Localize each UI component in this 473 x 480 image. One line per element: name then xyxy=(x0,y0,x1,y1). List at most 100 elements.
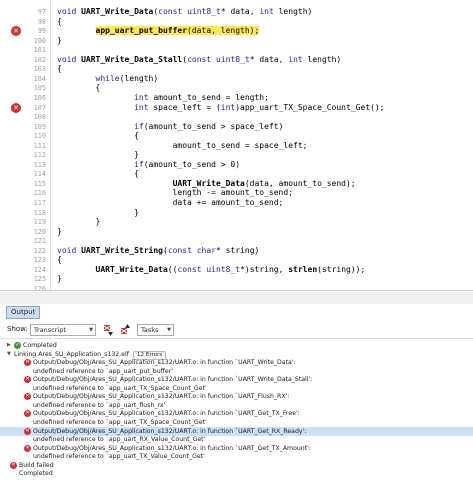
code-line[interactable]: 102 void UART_Write_Data_Stall(const uint… xyxy=(0,55,473,65)
code-text[interactable]: { xyxy=(57,17,62,27)
line-number: 110 xyxy=(33,132,46,141)
code-line[interactable]: 99 app_uart_put_buffer(data, length); ✕ xyxy=(0,26,473,37)
code-text[interactable]: } xyxy=(57,217,101,227)
code-line[interactable]: 110 { xyxy=(0,131,473,141)
error-icon: ✕ xyxy=(24,393,31,401)
code-line[interactable]: 98 { xyxy=(0,17,473,27)
output-row[interactable]: Completed xyxy=(0,469,473,478)
output-panel: Output Show: Transcript ▼ Tasks ▼ ▶ ✓ Comp… xyxy=(0,304,473,480)
code-line[interactable]: 125} xyxy=(0,274,473,284)
code-text[interactable]: while(length) xyxy=(57,74,159,84)
error-marker-icon[interactable]: ✕ xyxy=(11,26,21,37)
code-line[interactable]: 122 void UART_Write_String(const char* st… xyxy=(0,246,473,256)
line-number: 107 xyxy=(33,103,46,112)
code-text[interactable]: } xyxy=(57,150,139,160)
view-select[interactable]: Tasks ▼ xyxy=(137,324,174,336)
code-text[interactable]: UART_Write_Data((const uint8_t*)string, … xyxy=(57,265,366,275)
code-line[interactable]: 121 xyxy=(0,236,473,246)
error-icon: ✕ xyxy=(24,427,31,435)
line-number: 121 xyxy=(33,237,46,246)
code-text[interactable]: } xyxy=(57,36,62,46)
error-icon: ✕ xyxy=(24,410,31,418)
line-number: 101 xyxy=(33,46,46,55)
code-line[interactable]: 114 { xyxy=(0,169,473,179)
code-line[interactable]: 106 int amount_to_send = length; xyxy=(0,93,473,103)
code-text[interactable]: if(amount_to_send > 0) xyxy=(57,160,240,170)
error-icon: ✕ xyxy=(24,359,31,367)
code-line[interactable]: 119 } xyxy=(0,217,473,227)
code-line[interactable]: 97 void UART_Write_Data(const uint8_t* da… xyxy=(0,7,473,17)
code-text[interactable]: int amount_to_send = length; xyxy=(57,93,269,103)
chevron-down-icon: ▼ xyxy=(89,327,93,333)
code-line[interactable]: 108 xyxy=(0,112,473,122)
code-text[interactable]: } xyxy=(57,208,139,218)
line-number: 106 xyxy=(33,93,46,102)
code-text[interactable]: } xyxy=(57,227,62,237)
code-text[interactable]: data += amount_to_send; xyxy=(57,198,284,208)
code-text[interactable]: amount_to_send = space_left; xyxy=(57,141,308,151)
code-text[interactable]: if(amount_to_send > space_left) xyxy=(57,122,283,132)
code-line[interactable]: 116 length -= amount_to_send; xyxy=(0,188,473,198)
code-text[interactable]: { xyxy=(57,255,62,265)
code-line[interactable]: 100} xyxy=(0,36,473,46)
code-line[interactable]: 105 { xyxy=(0,83,473,93)
view-select-value: Tasks xyxy=(141,326,159,334)
error-marker-icon[interactable]: ✕ xyxy=(11,102,21,113)
code-text[interactable]: { xyxy=(57,131,139,141)
success-icon: ✓ xyxy=(14,342,21,349)
line-number: 113 xyxy=(33,160,46,169)
code-line[interactable]: 112 } xyxy=(0,150,473,160)
line-number: 112 xyxy=(33,151,46,160)
line-number: 119 xyxy=(33,218,46,227)
show-label: Show: xyxy=(7,325,28,333)
code-line[interactable]: 120} xyxy=(0,227,473,237)
code-editor[interactable]: 97 void UART_Write_Data(const uint8_t* da… xyxy=(0,0,473,290)
code-text[interactable]: } xyxy=(57,274,62,284)
error-icon: ✕ xyxy=(24,376,31,384)
line-number: 99 xyxy=(37,27,46,36)
line-number: 118 xyxy=(33,208,46,217)
code-line[interactable]: 104 while(length) xyxy=(0,74,473,84)
code-line[interactable]: 115 UART_Write_Data(data, amount_to_send… xyxy=(0,179,473,189)
error-icon: ✕ xyxy=(10,461,17,469)
code-text[interactable]: int space_left = (int)app_uart_TX_Space_… xyxy=(57,103,384,113)
tab-output[interactable]: Output xyxy=(6,306,41,319)
line-number: 115 xyxy=(33,179,46,188)
code-text[interactable]: app_uart_put_buffer(data, length); xyxy=(57,26,260,36)
code-line[interactable]: 103 { xyxy=(0,64,473,74)
line-number: 105 xyxy=(33,84,46,93)
line-number: 114 xyxy=(33,170,46,179)
code-text[interactable]: void UART_Write_Data_Stall(const uint8_t… xyxy=(57,55,341,65)
code-text[interactable]: { xyxy=(57,169,139,179)
line-number: 125 xyxy=(33,275,46,284)
line-number: 120 xyxy=(33,227,46,236)
line-number: 108 xyxy=(33,113,46,122)
panel-splitter[interactable] xyxy=(0,290,473,304)
line-number: 98 xyxy=(37,17,46,26)
show-select[interactable]: Transcript ▼ xyxy=(30,324,96,336)
error-icon: ✕ xyxy=(24,444,31,452)
previous-error-icon[interactable] xyxy=(118,323,132,337)
code-text[interactable]: UART_Write_Data(data, amount_to_send); xyxy=(57,179,356,189)
line-number: 103 xyxy=(33,65,46,74)
code-line[interactable]: 123 { xyxy=(0,255,473,265)
code-text[interactable]: length -= amount_to_send; xyxy=(57,188,293,198)
line-number: 97 xyxy=(37,8,46,16)
code-line[interactable]: 101 xyxy=(0,45,473,55)
code-line[interactable]: 107 int space_left = (int)app_uart_TX_Sp… xyxy=(0,102,473,113)
code-line[interactable]: 117 data += amount_to_send; xyxy=(0,198,473,208)
chevron-down-icon: ▼ xyxy=(167,327,171,333)
code-text[interactable]: void UART_Write_String(const char* strin… xyxy=(57,246,259,256)
code-text[interactable]: { xyxy=(57,64,62,74)
code-line[interactable]: 109 if(amount_to_send > space_left) xyxy=(0,122,473,132)
code-line[interactable]: 111 amount_to_send = space_left; xyxy=(0,141,473,151)
code-line[interactable]: 118 } xyxy=(0,208,473,218)
code-line[interactable]: 113 if(amount_to_send > 0) xyxy=(0,160,473,170)
line-number: 109 xyxy=(33,122,46,131)
next-error-icon[interactable] xyxy=(101,323,115,337)
code-text[interactable]: { xyxy=(57,83,101,93)
line-number: 124 xyxy=(33,265,46,274)
code-text[interactable]: void UART_Write_Data(const uint8_t* data… xyxy=(57,7,312,17)
show-select-value: Transcript xyxy=(34,326,66,334)
code-line[interactable]: 124 UART_Write_Data((const uint8_t*)stri… xyxy=(0,265,473,275)
